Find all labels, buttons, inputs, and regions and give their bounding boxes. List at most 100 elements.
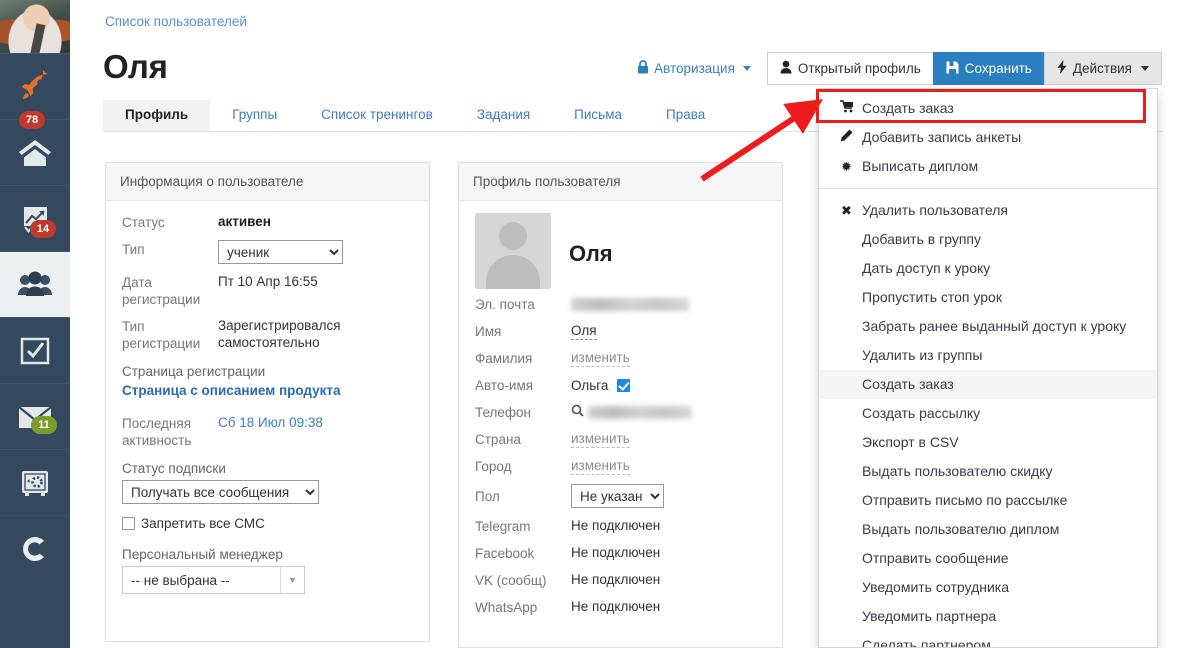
profile-email-value-blurred	[571, 295, 689, 313]
profile-row-label: Telegram	[475, 519, 531, 534]
tab-letters[interactable]: Письма	[552, 100, 644, 131]
chevron-down-icon	[1141, 66, 1149, 71]
field-type-label: Тип	[122, 242, 145, 257]
profile-autoname-value: Ольга	[571, 377, 609, 393]
sidebar-badge-home: 78	[19, 111, 45, 129]
field-last-activity-value: Сб 18 Июл 09:38	[218, 415, 323, 430]
subscription-status-select[interactable]: Получать все сообщения	[122, 480, 319, 504]
profile-country-edit-link[interactable]: изменить	[571, 430, 630, 448]
actions-button[interactable]: Действия	[1043, 52, 1162, 85]
menu-item-delete-user[interactable]: ✖ Удалить пользователя	[819, 196, 1157, 225]
menu-item-skip-stop-lesson[interactable]: Пропустить стоп урок	[819, 283, 1157, 312]
actions-label: Действия	[1072, 61, 1132, 76]
menu-item-give-discount[interactable]: Выдать пользователю скидку	[819, 457, 1157, 486]
menu-divider	[819, 188, 1157, 189]
profile-row-country: Страна изменить	[475, 430, 766, 448]
menu-item-revoke-lesson-access[interactable]: Забрать ранее выданный доступ к уроку	[819, 312, 1157, 341]
autoname-checkbox[interactable]	[617, 378, 631, 392]
open-profile-label: Открытый профиль	[797, 61, 921, 76]
sidebar-user-photo[interactable]	[0, 0, 70, 53]
field-status: Статус активен	[122, 213, 413, 231]
menu-item-add-to-group[interactable]: Добавить в группу	[819, 225, 1157, 254]
profile-display-name: Оля	[569, 241, 613, 266]
search-icon[interactable]	[571, 404, 584, 421]
breadcrumb[interactable]: Список пользователей	[105, 14, 247, 29]
c-logo-icon	[17, 531, 53, 567]
profile-phone-value-wrap	[571, 403, 692, 421]
menu-item-give-diploma[interactable]: Выдать пользователю диплом	[819, 515, 1157, 544]
user-profile-panel-title: Профиль пользователя	[459, 163, 782, 201]
profile-city-edit-link[interactable]: изменить	[571, 457, 630, 475]
profile-row-firstname: Имя Оля	[475, 322, 766, 340]
sidebar-item-home[interactable]: 78	[0, 111, 70, 185]
pencil-icon	[839, 128, 854, 147]
sidebar-badge-mail: 11	[31, 416, 57, 434]
tab-trainings[interactable]: Список тренингов	[299, 100, 455, 131]
field-reg-date: Дата регистрации Пт 10 Апр 16:55	[122, 273, 413, 308]
menu-item-create-order[interactable]: Создать заказ	[819, 370, 1157, 399]
open-profile-button[interactable]: Открытый профиль	[766, 52, 934, 85]
gender-select[interactable]: Не указан	[571, 484, 664, 508]
rocket-icon	[18, 69, 52, 104]
profile-vk-value: Не подключен	[571, 572, 661, 587]
field-type: Тип ученик	[122, 240, 413, 264]
menu-item-send-mailing-letter[interactable]: Отправить письмо по рассылке	[819, 486, 1157, 515]
asterisk-icon: ✹	[841, 159, 852, 174]
menu-item-export-csv[interactable]: Экспорт в CSV	[819, 428, 1157, 457]
profile-phone-blurred	[588, 405, 692, 419]
tab-rights[interactable]: Права	[644, 100, 727, 131]
menu-item-create-order-top[interactable]: Создать заказ	[819, 94, 1157, 123]
menu-item-label: Отправить сообщение	[862, 550, 1009, 566]
sms-block-checkbox-row[interactable]: Запретить все СМС	[122, 516, 413, 531]
field-reg-page-link[interactable]: Страница с описанием продукта	[122, 383, 413, 398]
menu-item-issue-diploma[interactable]: ✹ Выписать диплом	[819, 152, 1157, 181]
personal-manager-select[interactable]: -- не выбрана -- ▼	[122, 566, 305, 594]
main-content: Список пользователей Оля Авторизация Отк…	[70, 0, 1189, 648]
avatar[interactable]	[475, 213, 551, 289]
sms-block-checkbox[interactable]	[122, 517, 135, 530]
profile-row-label: Телефон	[475, 405, 532, 420]
menu-item-label: Выдать пользователю скидку	[862, 463, 1053, 479]
menu-item-make-partner[interactable]: Сделать партнером	[819, 631, 1157, 647]
sidebar-item-mail[interactable]: 11	[0, 383, 70, 449]
field-reg-type: Тип регистрации Зарегистрировался самост…	[122, 317, 413, 352]
menu-item-grant-lesson-access[interactable]: Дать доступ к уроку	[819, 254, 1157, 283]
personal-manager-value: -- не выбрана --	[131, 572, 230, 588]
menu-item-add-form-entry[interactable]: Добавить запись анкеты	[819, 123, 1157, 152]
profile-row-label: Город	[475, 459, 512, 474]
save-label: Сохранить	[964, 61, 1032, 76]
menu-item-remove-from-group[interactable]: Удалить из группы	[819, 341, 1157, 370]
person-icon	[780, 60, 792, 77]
profile-row-facebook: Facebook Не подключен	[475, 544, 766, 562]
save-button[interactable]: Сохранить	[932, 52, 1045, 85]
sidebar-item-rocket[interactable]	[0, 53, 70, 119]
user-type-select[interactable]: ученик	[218, 240, 343, 264]
sidebar-item-tasks[interactable]	[0, 317, 70, 383]
sidebar-item-stats[interactable]: 14	[0, 185, 70, 251]
menu-item-notify-employee[interactable]: Уведомить сотрудника	[819, 573, 1157, 602]
profile-telegram-value: Не подключен	[571, 518, 661, 533]
field-status-label: Статус	[122, 215, 165, 230]
actions-dropdown-menu: Создать заказ Добавить запись анкеты ✹ В…	[818, 88, 1158, 648]
profile-firstname-value[interactable]: Оля	[571, 322, 597, 340]
sidebar-item-vault[interactable]	[0, 449, 70, 515]
authorization-dropdown[interactable]: Авторизация	[637, 52, 767, 85]
tab-assignments[interactable]: Задания	[455, 100, 552, 131]
chevron-down-icon	[742, 66, 751, 71]
sidebar-item-brand[interactable]	[0, 515, 70, 581]
sidebar-item-users[interactable]	[0, 251, 70, 317]
menu-item-label: Удалить из группы	[862, 347, 983, 363]
app-root: 78 14 11 Список пользователей Оля Автори…	[0, 0, 1189, 648]
profile-row-phone: Телефон	[475, 403, 766, 421]
field-reg-page-label: Страница регистрации	[122, 364, 266, 379]
menu-item-notify-partner[interactable]: Уведомить партнера	[819, 602, 1157, 631]
authorization-label: Авторизация	[654, 61, 735, 76]
sms-block-label: Запретить все СМС	[141, 516, 265, 531]
profile-lastname-edit-link[interactable]: изменить	[571, 349, 630, 367]
profile-row-vk: VK (сообщ) Не подключен	[475, 571, 766, 589]
menu-item-create-mailing[interactable]: Создать рассылку	[819, 399, 1157, 428]
tab-groups[interactable]: Группы	[210, 100, 299, 131]
menu-item-label: Уведомить сотрудника	[862, 579, 1010, 595]
tab-profile[interactable]: Профиль	[103, 100, 211, 131]
menu-item-send-message[interactable]: Отправить сообщение	[819, 544, 1157, 573]
